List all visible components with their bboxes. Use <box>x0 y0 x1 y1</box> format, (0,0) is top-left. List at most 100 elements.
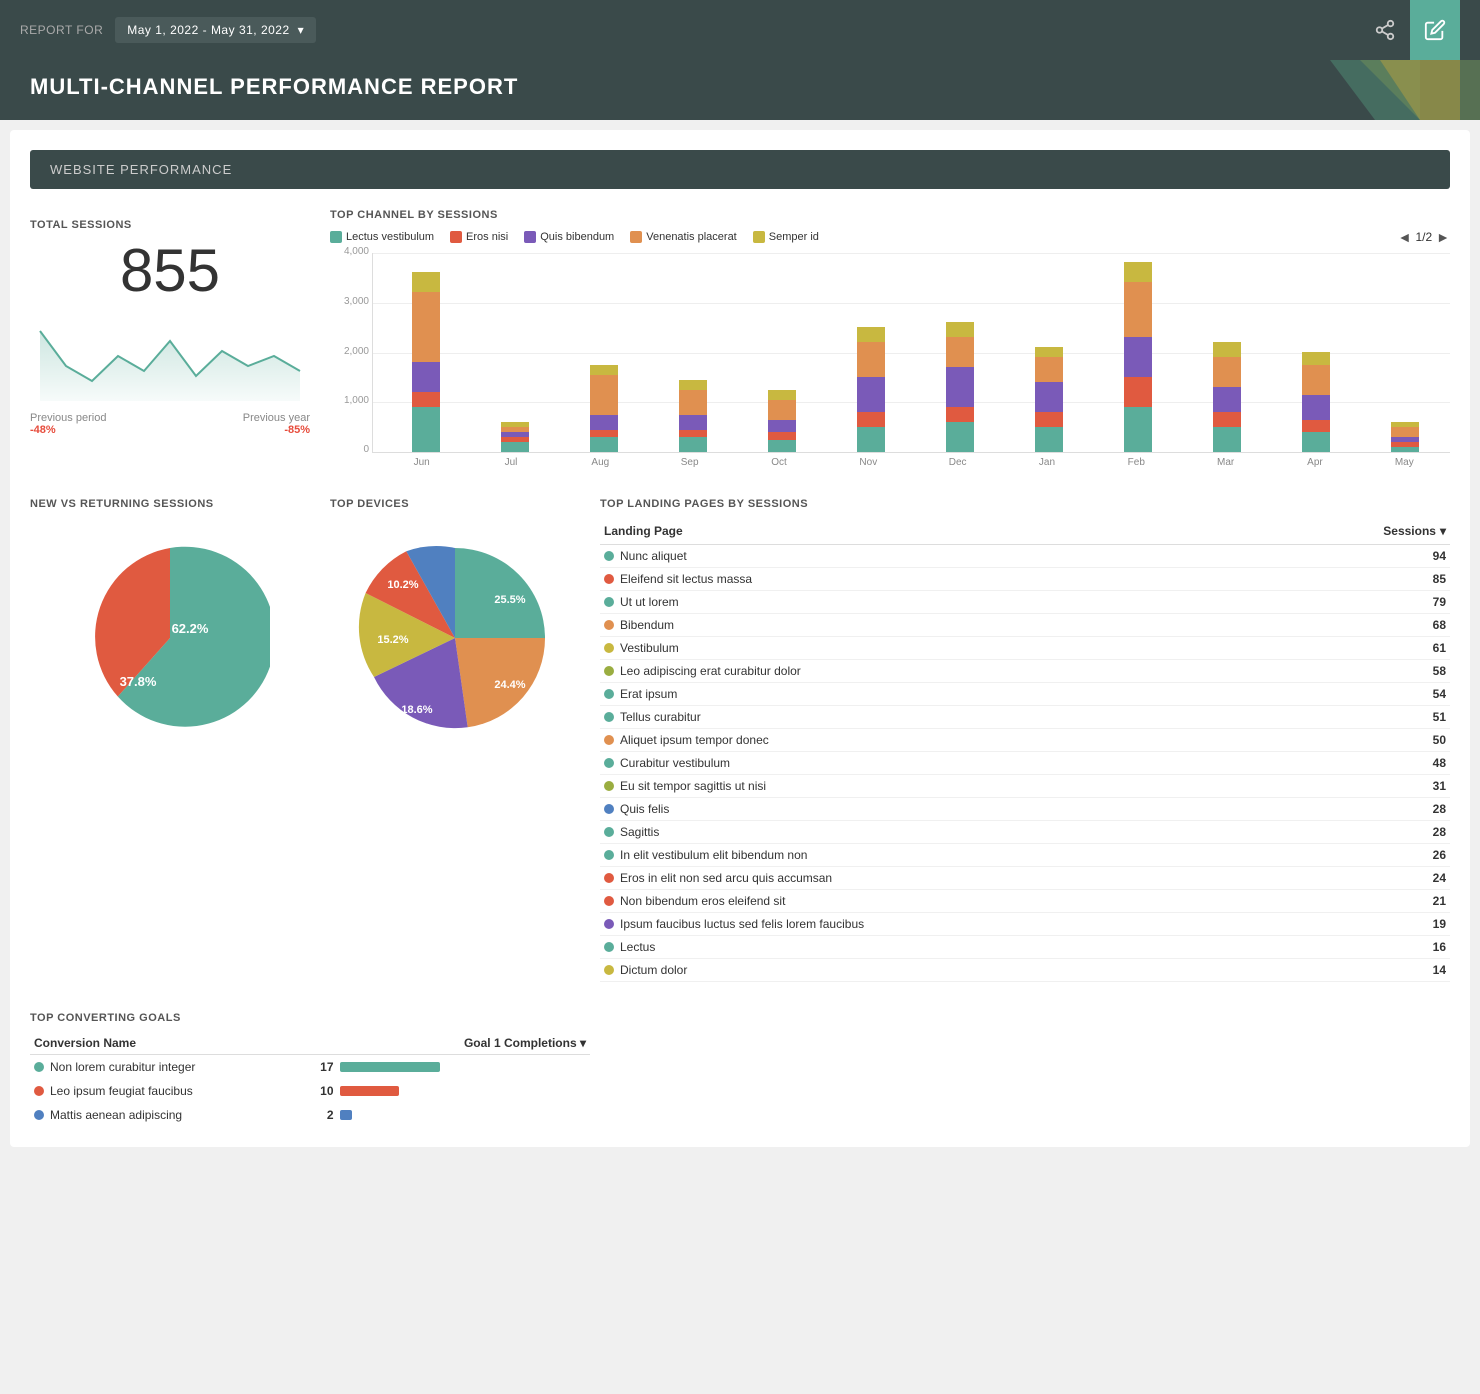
landing-page-sessions: 19 <box>1273 913 1450 936</box>
x-label-jan: Jan <box>1005 457 1088 468</box>
bar-segment-3 <box>412 292 440 362</box>
table-row: Curabitur vestibulum 48 <box>600 752 1450 775</box>
bar-segment-4 <box>679 380 707 390</box>
table-row: Erat ipsum 54 <box>600 683 1450 706</box>
legend-item-2: Quis bibendum <box>524 231 614 243</box>
bar-segment-4 <box>1124 262 1152 282</box>
table-row: Ut ut lorem 79 <box>600 591 1450 614</box>
x-label-mar: Mar <box>1184 457 1267 468</box>
bar-segment-0 <box>1124 407 1152 452</box>
bar-x-labels: JunJulAugSepOctNovDecJanFebMarAprMay <box>372 453 1450 468</box>
bar-segment-1 <box>1035 412 1063 427</box>
bar-segment-2 <box>679 415 707 430</box>
bar-segment-0 <box>679 437 707 452</box>
table-row: In elit vestibulum elit bibendum non 26 <box>600 844 1450 867</box>
goals-table-row: Non lorem curabitur integer 17 <box>30 1055 590 1080</box>
x-label-jul: Jul <box>469 457 552 468</box>
bar-segment-2 <box>412 362 440 392</box>
bottom-section: TOP CONVERTING GOALS Conversion Name Goa… <box>30 1012 1450 1127</box>
goal-value: 2 <box>302 1103 591 1127</box>
bar-group-may <box>1363 252 1446 452</box>
landing-page-name: Eros in elit non sed arcu quis accumsan <box>600 867 1273 890</box>
table-row: Dictum dolor 14 <box>600 959 1450 982</box>
date-range-dropdown[interactable]: May 1, 2022 - May 31, 2022 ▾ <box>115 17 316 43</box>
landing-page-sessions: 58 <box>1273 660 1450 683</box>
bar-segment-2 <box>857 377 885 412</box>
bar-segment-1 <box>946 407 974 422</box>
goal-name: Leo ipsum feugiat faucibus <box>30 1079 302 1103</box>
landing-page-name: Non bibendum eros eleifend sit <box>600 890 1273 913</box>
bar-segment-0 <box>1035 427 1063 452</box>
landing-page-sessions: 31 <box>1273 775 1450 798</box>
bar-segment-4 <box>857 327 885 342</box>
prev-period-label: Previous period <box>30 412 106 424</box>
landing-page-name: Tellus curabitur <box>600 706 1273 729</box>
bar-segment-1 <box>857 412 885 427</box>
table-row: Non bibendum eros eleifend sit 21 <box>600 890 1450 913</box>
new-vs-returning-label: NEW VS RETURNING SESSIONS <box>30 498 310 510</box>
goal-name: Mattis aenean adipiscing <box>30 1103 302 1127</box>
bar-segment-3 <box>1391 427 1419 437</box>
next-page-btn[interactable]: ► <box>1436 229 1450 245</box>
page-title: MULTI-CHANNEL PERFORMANCE REPORT <box>30 74 1450 100</box>
bar-group-nov <box>830 252 913 452</box>
landing-page-name: Aliquet ipsum tempor donec <box>600 729 1273 752</box>
bar-segment-0 <box>857 427 885 452</box>
landing-page-name: Dictum dolor <box>600 959 1273 982</box>
chart-pagination: ◄1/2► <box>1398 229 1450 245</box>
bar-segment-0 <box>1213 427 1241 452</box>
bar-segment-1 <box>1302 420 1330 433</box>
landing-page-name: In elit vestibulum elit bibendum non <box>600 844 1273 867</box>
x-label-apr: Apr <box>1273 457 1356 468</box>
landing-page-sessions: 14 <box>1273 959 1450 982</box>
col-sessions-header: Sessions ▾ <box>1273 518 1450 545</box>
table-row: Bibendum 68 <box>600 614 1450 637</box>
table-row: Quis felis 28 <box>600 798 1450 821</box>
svg-text:25.5%: 25.5% <box>494 594 525 606</box>
date-range-text: May 1, 2022 - May 31, 2022 <box>127 23 289 37</box>
mid-row: NEW VS RETURNING SESSIONS 62.2% 37.8% TO… <box>30 498 1450 982</box>
goals-table: Conversion Name Goal 1 Completions ▾ Non… <box>30 1032 590 1127</box>
bar-segment-1 <box>1213 412 1241 427</box>
landing-page-sessions: 51 <box>1273 706 1450 729</box>
bar-group-dec <box>919 252 1002 452</box>
landing-page-name: Vestibulum <box>600 637 1273 660</box>
bar-segment-1 <box>679 430 707 438</box>
table-row: Lectus 16 <box>600 936 1450 959</box>
bar-segment-1 <box>1124 377 1152 407</box>
bar-segment-0 <box>946 422 974 452</box>
legend-item-4: Semper id <box>753 231 819 243</box>
sparkline-chart <box>30 311 310 401</box>
svg-text:10.2%: 10.2% <box>387 579 418 591</box>
prev-page-btn[interactable]: ◄ <box>1398 229 1412 245</box>
landing-page-sessions: 50 <box>1273 729 1450 752</box>
bar-segment-0 <box>1391 447 1419 452</box>
prev-year-change: -85% <box>243 424 310 436</box>
report-label: REPORT FOR <box>20 23 103 37</box>
goal-value: 17 <box>302 1055 591 1080</box>
bar-segment-4 <box>1302 352 1330 365</box>
sessions-meta: Previous period -48% Previous year -85% <box>30 412 310 436</box>
landing-page-name: Quis felis <box>600 798 1273 821</box>
bar-segment-0 <box>590 437 618 452</box>
bar-segment-2 <box>768 420 796 433</box>
share-button[interactable] <box>1360 0 1410 60</box>
bar-segment-4 <box>412 272 440 292</box>
goals-table-row: Mattis aenean adipiscing 2 <box>30 1103 590 1127</box>
legend-item-3: Venenatis placerat <box>630 231 737 243</box>
landing-page-sessions: 28 <box>1273 798 1450 821</box>
table-row: Tellus curabitur 51 <box>600 706 1450 729</box>
bar-segment-0 <box>412 407 440 452</box>
sort-icon[interactable]: ▾ <box>1440 524 1446 538</box>
goal-sort-icon[interactable]: ▾ <box>580 1036 586 1050</box>
prev-year-label: Previous year <box>243 412 310 424</box>
edit-button[interactable] <box>1410 0 1460 60</box>
bar-group-jun <box>385 252 468 452</box>
landing-page-sessions: 68 <box>1273 614 1450 637</box>
bars-wrapper <box>381 253 1450 452</box>
bar-group-jul <box>474 252 557 452</box>
bar-group-jan <box>1007 252 1090 452</box>
x-label-jun: Jun <box>380 457 463 468</box>
landing-pages-label: TOP LANDING PAGES BY SESSIONS <box>600 498 1450 510</box>
bar-segment-4 <box>946 322 974 337</box>
